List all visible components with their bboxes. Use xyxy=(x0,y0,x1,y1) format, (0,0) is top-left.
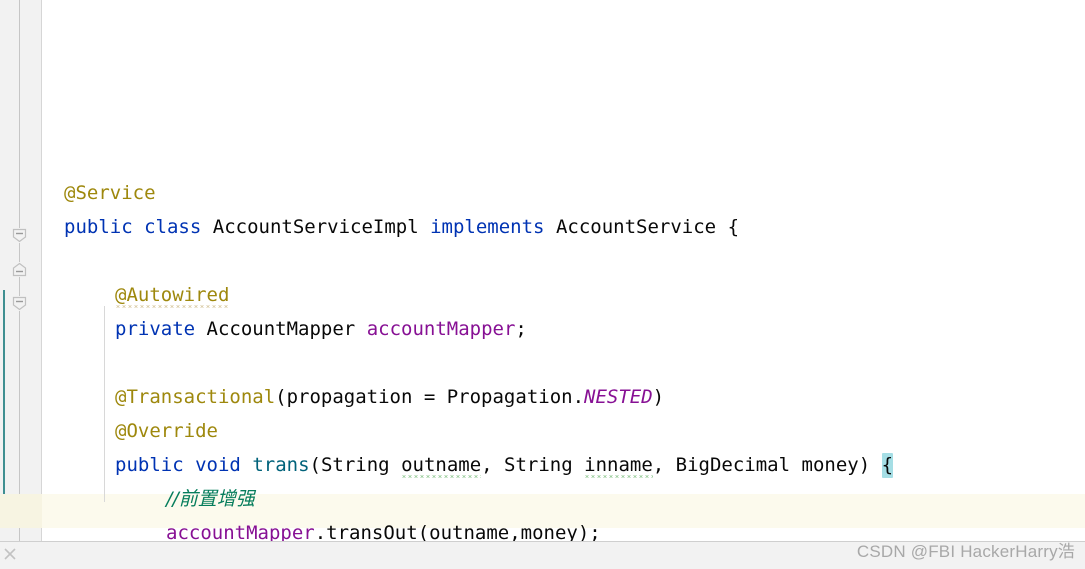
code-token: { xyxy=(881,453,894,478)
code-line[interactable]: @Service xyxy=(42,176,1085,210)
code-token: implements xyxy=(430,216,545,238)
code-token: trans xyxy=(252,454,310,476)
code-token: , xyxy=(652,454,676,476)
code-line[interactable]: @Transactional(propagation = Propagation… xyxy=(42,380,1085,414)
code-token: private xyxy=(115,318,196,340)
code-token: ) xyxy=(652,386,665,408)
code-token: @Service xyxy=(64,182,156,204)
code-line[interactable] xyxy=(42,244,1085,278)
fold-handle-override[interactable] xyxy=(12,262,27,277)
fold-collapse-down-icon xyxy=(12,228,27,243)
code-token: accountMapper xyxy=(166,522,315,541)
code-token: (propagation = Propagation. xyxy=(275,386,585,408)
watermark-suffix: 浩 xyxy=(1057,542,1075,562)
code-token: @Transactional xyxy=(115,386,276,408)
editor-gutter[interactable] xyxy=(0,0,42,541)
code-token: class xyxy=(144,216,202,238)
code-line[interactable]: public class AccountServiceImpl implemen… xyxy=(42,210,1085,244)
code-token: { xyxy=(727,216,740,238)
code-token: void xyxy=(195,454,241,476)
code-content[interactable]: @Service public class AccountServiceImpl … xyxy=(42,0,1085,541)
fold-handle-transactional[interactable] xyxy=(12,228,27,243)
code-token: AccountService xyxy=(555,216,717,238)
fold-collapse-down-icon xyxy=(12,296,27,311)
code-token: (outname,money); xyxy=(417,522,601,541)
code-token: @Autowired xyxy=(115,284,230,309)
code-line[interactable]: //前置增强 xyxy=(42,482,1085,516)
code-line[interactable]: @Autowired xyxy=(42,278,1085,312)
code-token: money xyxy=(801,454,859,476)
watermark-prefix: CSDN @FBI HackerHarry xyxy=(856,542,1058,561)
code-token: inname xyxy=(584,454,653,479)
editor-viewport[interactable]: @Service public class AccountServiceImpl … xyxy=(0,0,1085,541)
code-token: . xyxy=(314,522,327,541)
indent-guide xyxy=(104,306,105,502)
fold-line-segment xyxy=(19,311,20,502)
fold-line-segment xyxy=(19,243,20,262)
code-token: , xyxy=(481,454,505,476)
code-token: outname xyxy=(401,454,482,479)
code-line[interactable] xyxy=(42,346,1085,380)
code-token: ; xyxy=(515,318,527,340)
code-token: ( xyxy=(309,454,321,476)
code-token: public xyxy=(115,454,184,476)
code-token: NESTED xyxy=(584,386,653,408)
code-token: @Override xyxy=(115,420,218,442)
code-line[interactable]: public void trans(String outname, String… xyxy=(42,448,1085,482)
code-line[interactable]: private AccountMapper accountMapper; xyxy=(42,312,1085,346)
code-token: public xyxy=(64,216,133,238)
code-token: ) xyxy=(858,454,882,476)
code-line-list: @Service public class AccountServiceImpl … xyxy=(42,170,1085,541)
code-token: AccountServiceImpl xyxy=(212,216,419,238)
csdn-watermark: CSDN @FBI HackerHarry浩 xyxy=(857,537,1075,562)
method-scope-marker xyxy=(3,290,5,522)
close-icon[interactable] xyxy=(2,546,18,562)
fold-handle-method-start[interactable] xyxy=(12,296,27,311)
code-token: String xyxy=(320,454,390,476)
code-editor-screenshot: @Service public class AccountServiceImpl … xyxy=(0,0,1085,569)
code-token: accountMapper xyxy=(366,318,516,340)
fold-line-segment xyxy=(19,277,20,296)
code-token: transOut xyxy=(326,522,418,541)
code-line[interactable]: @Override xyxy=(42,414,1085,448)
fold-line-segment xyxy=(19,0,20,228)
caret-line-gutter-highlight xyxy=(0,494,42,528)
code-token: String xyxy=(504,454,573,476)
code-token: BigDecimal xyxy=(675,454,791,476)
code-token: //前置增强 xyxy=(166,488,255,510)
fold-collapse-up-icon xyxy=(12,262,27,277)
code-token: AccountMapper xyxy=(206,318,356,340)
